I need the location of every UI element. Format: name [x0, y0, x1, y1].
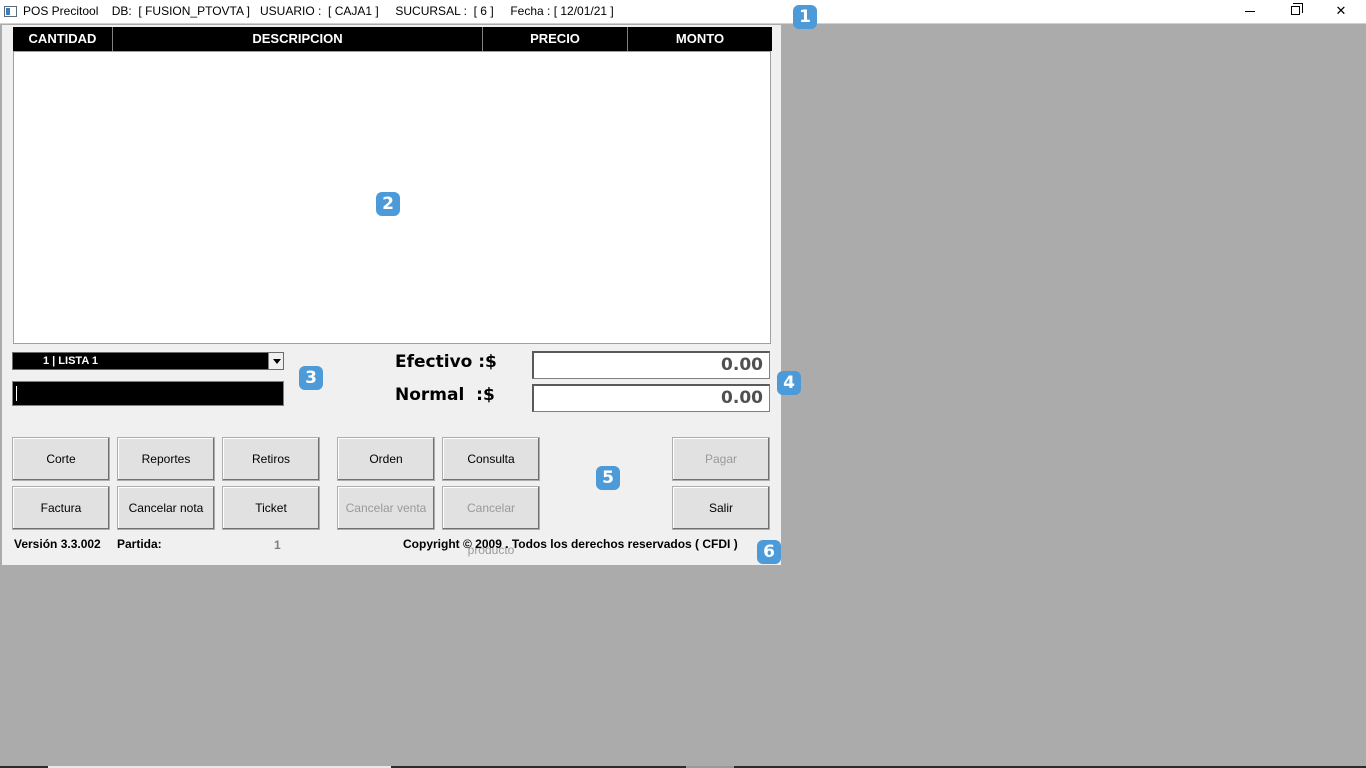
version-label: Versión 3.3.002 — [14, 537, 101, 551]
consulta-button[interactable]: Consulta — [442, 437, 540, 481]
user-value: [ CAJA1 ] — [328, 4, 379, 18]
dropdown-arrow-icon[interactable] — [268, 353, 283, 369]
branch-label: SUCURSAL : — [395, 4, 467, 18]
partida-label: Partida: — [117, 537, 162, 551]
partida-value: 1 — [274, 538, 281, 552]
minimize-icon — [1245, 11, 1255, 12]
column-descripcion[interactable]: DESCRIPCION — [113, 27, 483, 51]
date-value: [ 12/01/21 ] — [553, 4, 614, 18]
annotation-badge-5: 5 — [596, 466, 620, 490]
cash-total-label: Efectivo :$ — [395, 352, 497, 372]
retiros-button[interactable]: Retiros — [222, 437, 320, 481]
reportes-button[interactable]: Reportes — [117, 437, 215, 481]
corte-button[interactable]: Corte — [12, 437, 110, 481]
normal-total-value: 0.00 — [532, 384, 770, 412]
salir-button[interactable]: Salir — [672, 486, 770, 530]
user-label: USUARIO : — [260, 4, 322, 18]
annotation-badge-2: 2 — [376, 192, 400, 216]
branch-value: [ 6 ] — [473, 4, 494, 18]
factura-button[interactable]: Factura — [12, 486, 110, 530]
annotation-badge-3: 3 — [299, 366, 323, 390]
orden-button[interactable]: Orden — [337, 437, 435, 481]
sale-grid-header: CANTIDAD DESCRIPCION PRECIO MONTO — [13, 27, 772, 51]
restore-icon — [1291, 3, 1303, 15]
product-code-input[interactable] — [12, 381, 284, 406]
annotation-badge-6: 6 — [757, 540, 781, 564]
text-caret — [16, 386, 17, 402]
column-cantidad[interactable]: CANTIDAD — [13, 27, 113, 51]
pos-window: CANTIDAD DESCRIPCION PRECIO MONTO 1 | LI… — [2, 25, 781, 565]
annotation-badge-4: 4 — [777, 371, 801, 395]
normal-total-label: Normal :$ — [395, 385, 495, 405]
minimize-button[interactable] — [1227, 0, 1273, 24]
pagar-button[interactable]: Pagar — [672, 437, 770, 481]
close-icon: ✕ — [1335, 3, 1347, 18]
cancelar-venta-button[interactable]: Cancelar venta — [337, 486, 435, 530]
column-precio[interactable]: PRECIO — [483, 27, 628, 51]
db-value: [ FUSION_PTOVTA ] — [138, 4, 250, 18]
app-name: POS Precitool — [23, 4, 99, 18]
close-button[interactable]: ✕ — [1318, 0, 1364, 24]
app-icon[interactable] — [4, 6, 17, 17]
cash-total-value: 0.00 — [532, 351, 770, 379]
column-monto[interactable]: MONTO — [628, 27, 772, 51]
price-list-value: 1 | LISTA 1 — [43, 355, 99, 367]
ticket-button[interactable]: Ticket — [222, 486, 320, 530]
price-list-select[interactable]: 1 | LISTA 1 — [12, 352, 284, 370]
annotation-badge-1: 1 — [793, 5, 817, 29]
date-label: Fecha : — [510, 4, 551, 18]
restore-button[interactable] — [1272, 0, 1318, 24]
window-title: POS Precitool DB: [ FUSION_PTOVTA ] USUA… — [23, 4, 614, 18]
title-bar: POS Precitool DB: [ FUSION_PTOVTA ] USUA… — [0, 0, 1366, 24]
cancelar-nota-button[interactable]: Cancelar nota — [117, 486, 215, 530]
cancelar-producto-button[interactable]: Cancelar producto — [442, 486, 540, 557]
db-label: DB: — [111, 4, 132, 18]
copyright-text: Copyright © 2009 . Todos los derechos re… — [403, 537, 738, 551]
